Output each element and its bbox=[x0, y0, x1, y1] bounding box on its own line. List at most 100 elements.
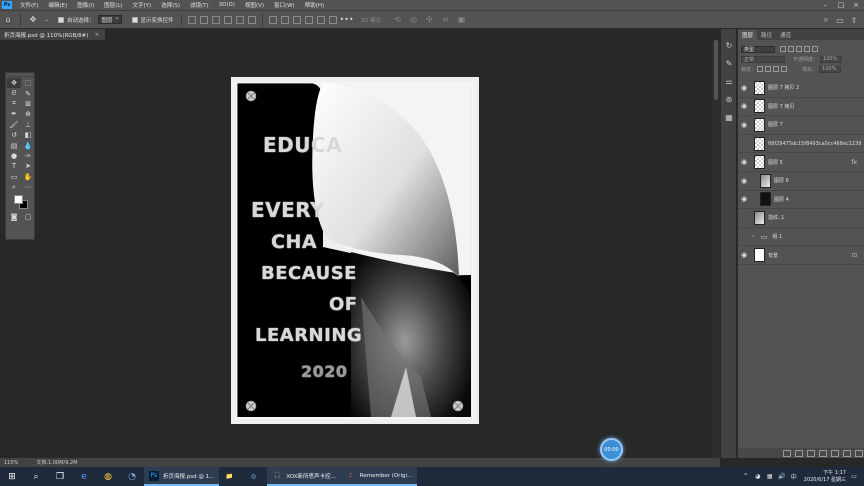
libraries-icon[interactable]: ⊚ bbox=[723, 93, 735, 105]
taskbar-app-sound-card[interactable]: 🎧 XOX新所思声卡控... bbox=[267, 467, 341, 486]
app-tray-icon[interactable]: ◕ bbox=[754, 473, 762, 481]
layer-row[interactable]: ◉ 图层 4 bbox=[738, 191, 864, 210]
gradient-tool-icon[interactable]: ▤ bbox=[7, 140, 21, 150]
3d-scale-icon[interactable]: ▣ bbox=[457, 15, 467, 25]
brush-settings-icon[interactable]: ✎ bbox=[723, 57, 735, 69]
brush-tool-icon[interactable]: 🖌 bbox=[7, 120, 21, 130]
align-left-icon[interactable] bbox=[187, 15, 196, 24]
menu-select[interactable]: 选择(S) bbox=[156, 1, 185, 9]
align-top-icon[interactable] bbox=[223, 15, 232, 24]
menu-type[interactable]: 文字(Y) bbox=[128, 1, 157, 9]
lasso-tool-icon[interactable]: ᘓ bbox=[7, 88, 21, 98]
quick-mask-icon[interactable]: ◙ bbox=[7, 212, 21, 222]
visibility-off-slot[interactable] bbox=[738, 228, 750, 246]
layer-row[interactable]: ◉ 图层 7 拷贝 2 bbox=[738, 79, 864, 98]
tab-layers[interactable]: 图层 bbox=[738, 30, 758, 40]
taskbar-app-explorer[interactable]: 📁 bbox=[219, 467, 243, 486]
filter-kind-dropdown[interactable]: 类型 bbox=[741, 45, 775, 53]
lock-pixels-icon[interactable] bbox=[757, 66, 764, 72]
menu-file[interactable]: 文件(F) bbox=[15, 1, 43, 9]
taskbar-app-generic[interactable]: ◎ bbox=[243, 467, 267, 486]
visibility-eye-icon[interactable]: ◉ bbox=[738, 79, 750, 97]
blur-tool-icon[interactable]: 💧 bbox=[21, 140, 35, 150]
move-tool-icon[interactable]: ✥ bbox=[7, 78, 21, 89]
eyedropper-tool-icon[interactable]: ✒ bbox=[7, 109, 21, 119]
menu-layer[interactable]: 图层(L) bbox=[99, 1, 127, 9]
browser-icon[interactable]: ◍ bbox=[101, 470, 115, 484]
delete-layer-icon[interactable] bbox=[855, 449, 863, 457]
adjustment-layer-icon[interactable] bbox=[819, 449, 827, 457]
add-mask-icon[interactable] bbox=[807, 449, 815, 457]
distribute-right-icon[interactable] bbox=[328, 15, 337, 24]
document-tab[interactable]: 折页海报.psd @ 110%(RGB/8#) × bbox=[0, 29, 106, 40]
show-transform-checkbox[interactable] bbox=[131, 16, 138, 23]
menu-image[interactable]: 图像(I) bbox=[72, 1, 99, 9]
zoom-level[interactable]: 110% bbox=[4, 460, 18, 466]
hand-tool-icon[interactable]: ✋ bbox=[21, 172, 35, 182]
auto-select-checkbox[interactable] bbox=[58, 16, 64, 23]
workspace-icon[interactable]: ▭ bbox=[835, 15, 845, 25]
eraser-tool-icon[interactable]: ◧ bbox=[21, 130, 35, 140]
history-icon[interactable]: ↻ bbox=[723, 39, 735, 51]
layer-row[interactable]: ◉ 图层 7 拷贝 bbox=[738, 98, 864, 117]
clock[interactable]: 下午 1:17 2020/6/17 星期三 bbox=[804, 470, 846, 483]
visibility-eye-icon[interactable]: ◉ bbox=[738, 97, 750, 115]
menu-help[interactable]: 帮助(H) bbox=[300, 1, 329, 9]
menu-edit[interactable]: 编辑(E) bbox=[43, 1, 72, 9]
layer-row[interactable]: 指纹..1 bbox=[738, 209, 864, 228]
share-icon[interactable]: ⇪ bbox=[849, 15, 859, 25]
app-icon[interactable]: ◔ bbox=[125, 470, 139, 484]
search-icon[interactable]: ⌕ bbox=[29, 470, 43, 484]
edge-browser-icon[interactable]: e bbox=[77, 470, 91, 484]
visibility-eye-icon[interactable]: ◉ bbox=[738, 116, 750, 134]
visibility-eye-icon[interactable]: ◉ bbox=[738, 172, 750, 190]
filter-shape-icon[interactable] bbox=[804, 46, 810, 52]
visibility-eye-icon[interactable]: ◉ bbox=[738, 153, 750, 171]
layer-row[interactable]: ◉ 背景 ⊡ bbox=[738, 246, 864, 265]
taskbar-app-music[interactable]: ♪ Remember (Origi... bbox=[340, 467, 418, 486]
recording-timer-badge[interactable]: 00:00 bbox=[600, 438, 623, 461]
path-select-tool-icon[interactable]: ➤ bbox=[21, 161, 35, 171]
chevron-up-icon[interactable]: ^ bbox=[742, 473, 750, 481]
taskbar-app-photoshop[interactable]: Ps 折页海报.psd @ 1... bbox=[144, 467, 220, 486]
minimize-icon[interactable]: – bbox=[818, 0, 832, 10]
zoom-tool-icon[interactable]: ⌕ bbox=[7, 182, 21, 192]
layer-row[interactable]: ◉ 图层 7 bbox=[738, 116, 864, 135]
vertical-scrollbar[interactable] bbox=[712, 40, 720, 458]
visibility-eye-icon[interactable]: ◉ bbox=[738, 190, 750, 208]
3d-slide-icon[interactable]: ⇔ bbox=[441, 15, 451, 25]
adjustments-icon[interactable]: ⚌ bbox=[723, 75, 735, 87]
visibility-off-slot[interactable] bbox=[738, 209, 750, 227]
layer-row[interactable]: ◉ 图层 5 fx bbox=[738, 153, 864, 172]
foreground-color-swatch[interactable] bbox=[14, 195, 23, 205]
rectangle-tool-icon[interactable]: ▭ bbox=[7, 172, 21, 182]
quick-select-tool-icon[interactable]: ✎ bbox=[21, 88, 35, 98]
screen-mode-icon[interactable]: ▢ bbox=[21, 212, 35, 222]
input-method-icon[interactable]: 中 bbox=[790, 473, 798, 481]
visibility-off-slot[interactable] bbox=[738, 135, 750, 153]
chevron-right-icon[interactable]: › bbox=[752, 233, 754, 240]
history-brush-tool-icon[interactable]: ↺ bbox=[7, 130, 21, 140]
auto-select-dropdown[interactable]: 图层 bbox=[97, 14, 122, 24]
align-bottom-icon[interactable] bbox=[247, 15, 256, 24]
type-tool-icon[interactable]: T bbox=[7, 161, 21, 171]
new-layer-icon[interactable] bbox=[843, 449, 851, 457]
distribute-top-icon[interactable] bbox=[268, 15, 277, 24]
menu-filter[interactable]: 滤镜(T) bbox=[185, 1, 214, 9]
marquee-tool-icon[interactable]: ⬚ bbox=[21, 78, 35, 88]
menu-view[interactable]: 视图(V) bbox=[240, 1, 269, 9]
more-options-icon[interactable]: ••• bbox=[339, 15, 353, 25]
crop-tool-icon[interactable]: ⌗ bbox=[7, 99, 21, 109]
healing-brush-tool-icon[interactable]: ⊕ bbox=[21, 109, 35, 119]
visibility-eye-icon[interactable]: ◉ bbox=[738, 246, 750, 264]
more-tools-icon[interactable]: ⋯ bbox=[21, 182, 35, 192]
align-right-icon[interactable] bbox=[211, 15, 220, 24]
document-info[interactable]: 文档:1.00M/9.2M bbox=[36, 459, 77, 466]
filter-smart-icon[interactable] bbox=[812, 46, 818, 52]
maximize-icon[interactable]: □ bbox=[834, 0, 848, 10]
layer-row[interactable]: 68f29475dc15f8493ca0cc468ec1239 bbox=[738, 135, 864, 154]
align-vcenter-icon[interactable] bbox=[235, 15, 244, 24]
layer-row[interactable]: ◉ 图层 6 bbox=[738, 172, 864, 191]
distribute-bottom-icon[interactable] bbox=[292, 15, 301, 24]
distribute-vcenter-icon[interactable] bbox=[280, 15, 289, 24]
